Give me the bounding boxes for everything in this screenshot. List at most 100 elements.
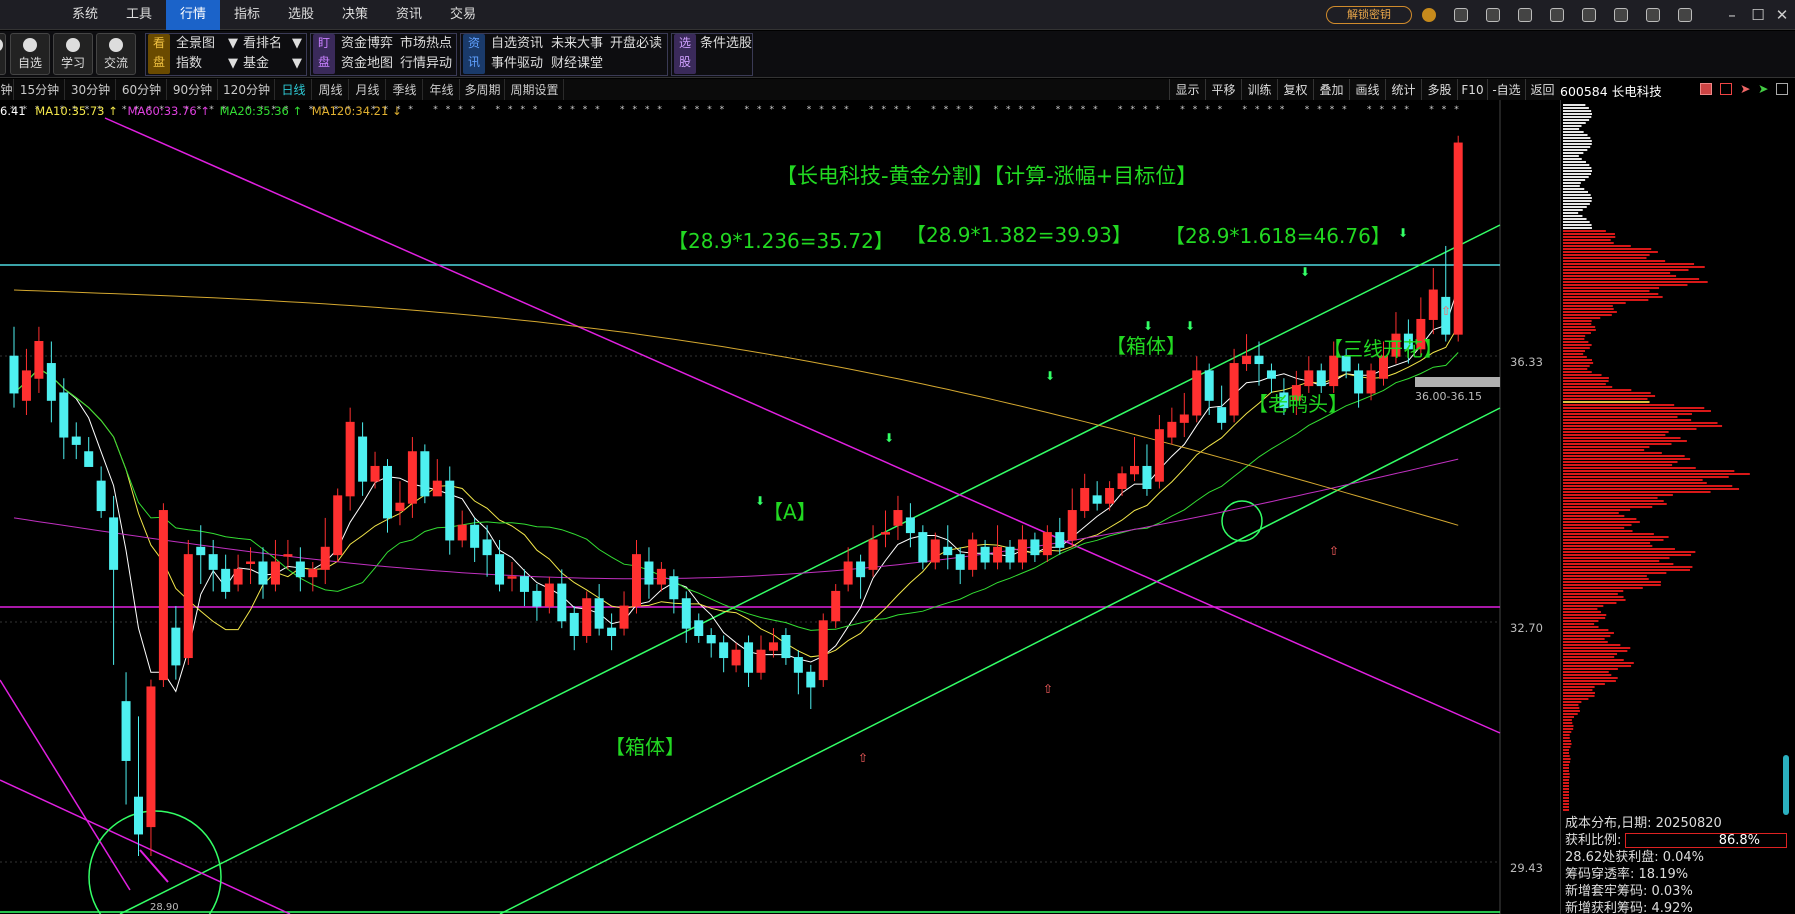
box-top-annotation: 【箱体】 [1106,334,1186,358]
gear-icon[interactable] [1678,8,1692,22]
tab-120min[interactable]: 120分钟 [219,79,275,101]
menu-trade[interactable]: 交易 [436,0,490,30]
menu-news[interactable]: 资讯 [382,0,436,30]
signal-dot: * [1243,105,1248,115]
tab-daily[interactable]: 日线 [276,79,312,101]
chip-scrollbar[interactable] [1783,755,1789,815]
partial-button[interactable] [0,33,6,75]
candle-body [1005,546,1015,563]
signal-dot: * [720,105,725,115]
training-button[interactable]: 训练 [1241,79,1277,101]
ma20-value: MA20:35.36 ↑ [219,104,303,118]
menu-stock-picking[interactable]: 选股 [274,0,328,30]
up-signal-arrow: ⇧ [1329,544,1339,558]
chip-penetration: 筹码穿透率: 18.19% [1565,867,1689,882]
index-item[interactable]: 指数 [176,54,202,74]
ranking-item[interactable]: 看排名 [243,34,282,54]
candle-body [1192,370,1202,416]
adjust-button[interactable]: 复权 [1277,79,1313,101]
box-icon[interactable] [1720,83,1732,95]
back-icon[interactable] [1486,8,1500,22]
tab-15min[interactable]: 15分钟 [15,79,65,101]
overlay-button[interactable]: 叠加 [1313,79,1349,101]
show-button[interactable]: 显示 [1169,79,1205,101]
coin-icon[interactable] [1422,8,1436,22]
candle-body [594,598,604,629]
expand-icon[interactable] [1776,83,1788,95]
fund-game-item[interactable]: 资金博弈 [341,34,393,54]
pan-button[interactable]: 平移 [1205,79,1241,101]
candle-body [134,796,143,835]
menu-indicators[interactable]: 指标 [220,0,274,30]
tab-yearly[interactable]: 年线 [424,79,460,101]
statistics-button[interactable]: 统计 [1385,79,1421,101]
event-driven-item[interactable]: 事件驱动 [491,54,543,74]
candle-body [158,510,168,681]
dropdown-arrow-icon[interactable]: ▼ [228,34,238,54]
down-signal-arrow: ⬇ [1185,319,1195,333]
keyboard-icon[interactable] [1582,8,1596,22]
dropdown-arrow-icon[interactable]: ▼ [292,34,302,54]
close-icon[interactable]: ✕ [1772,5,1792,25]
menu-quotes[interactable]: 行情 [166,0,220,30]
fund-item[interactable]: 基金 [243,54,269,74]
new-profit-chips: 新增获利筹码: 4.92% [1565,901,1693,914]
settings-icon[interactable] [1518,8,1532,22]
opening-read-item[interactable]: 开盘必读 [610,34,662,54]
candle-body [295,561,305,578]
arrow-icon[interactable]: ➤ [1740,81,1750,96]
dropdown-arrow-icon[interactable]: ▼ [292,54,302,74]
menu-system[interactable]: 系统 [58,0,112,30]
tab-weekly[interactable]: 周线 [313,79,349,101]
fund-map-item[interactable]: 资金地图 [341,54,393,74]
shirt-icon[interactable] [1550,8,1564,22]
candle-body [831,590,841,622]
candle-body [221,568,231,592]
draw-line-button[interactable]: 画线 [1349,79,1385,101]
candle-body [818,620,828,681]
tab-multi-period[interactable]: 多周期 [461,79,505,101]
unlock-key-button[interactable]: 解锁密钥 [1326,6,1412,24]
return-button[interactable]: 返回 [1525,79,1559,101]
condition-picker-item[interactable]: 条件选股 [700,34,752,54]
menu-tools[interactable]: 工具 [112,0,166,30]
flag-icon[interactable] [1700,83,1712,95]
signal-dot: * [894,105,899,115]
signal-dot: * [1280,105,1285,115]
f10-button[interactable]: F10 [1457,79,1487,101]
multi-stock-button[interactable]: 多股 [1421,79,1457,101]
tab-30min[interactable]: 30分钟 [66,79,116,101]
tab-1min[interactable]: 钟 [0,79,14,101]
remove-watch-button[interactable]: -自选 [1487,79,1525,101]
tab-monthly[interactable]: 月线 [350,79,386,101]
signal-dot: * [757,105,762,115]
candle-body [495,554,505,585]
tab-60min[interactable]: 60分钟 [117,79,167,101]
candle-body [432,480,442,497]
quote-anomaly-item[interactable]: 行情异动 [400,54,452,74]
panorama-item[interactable]: 全景图 [176,34,215,54]
finance-class-item[interactable]: 财经课堂 [551,54,603,74]
signal-dot: * [682,105,687,115]
tab-quarterly[interactable]: 季线 [387,79,423,101]
dropdown-arrow-icon[interactable]: ▼ [228,54,238,74]
clock-icon[interactable] [1614,8,1628,22]
learn-button[interactable]: 学习 [53,33,93,75]
window-icon[interactable] [1454,8,1468,22]
price-label: 36.33 [1510,355,1543,369]
maximize-icon[interactable]: ☐ [1748,5,1768,25]
watchlist-button[interactable]: 自选 [10,33,50,75]
market-hotspot-item[interactable]: 市场热点 [400,34,452,54]
candle-body [1453,142,1463,335]
tab-period-settings[interactable]: 周期设置 [506,79,564,101]
future-events-item[interactable]: 未来大事 [551,34,603,54]
tab-90min[interactable]: 90分钟 [168,79,218,101]
community-button[interactable]: 交流 [96,33,136,75]
green-flag-icon[interactable]: ➤ [1758,81,1768,96]
candle-body [146,686,156,828]
watchlist-news-item[interactable]: 自选资讯 [491,34,543,54]
grid-icon[interactable] [1646,8,1660,22]
menu-decision[interactable]: 决策 [328,0,382,30]
minimize-icon[interactable]: – [1722,5,1742,25]
candle-body [1354,370,1364,394]
